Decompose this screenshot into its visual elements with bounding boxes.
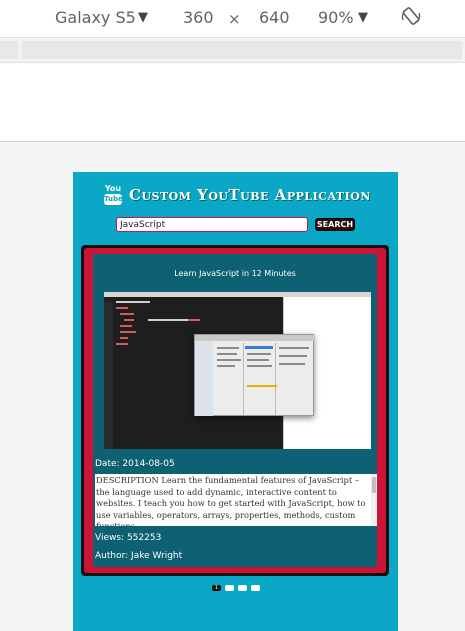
- app-title: Custom YouTube Application: [129, 186, 371, 204]
- rotate-icon[interactable]: [400, 6, 422, 28]
- description-scrollbar[interactable]: [371, 474, 377, 526]
- video-description[interactable]: DESCRIPTION Learn the fundamental featur…: [95, 474, 377, 526]
- page-dot-3[interactable]: [238, 585, 247, 591]
- video-views: Views: 552253: [95, 533, 162, 543]
- description-text: DESCRIPTION Learn the fundamental featur…: [96, 475, 366, 526]
- device-select[interactable]: Galaxy S5: [55, 8, 136, 27]
- device-dropdown-arrow-icon[interactable]: ▼: [138, 10, 148, 25]
- app-header: You Tube Custom YouTube Application: [73, 182, 398, 208]
- search-button[interactable]: SEARCH: [315, 218, 355, 231]
- video-card-border: Learn JavaScript in 12 Minutes Date: 201…: [84, 248, 386, 573]
- zoom-select[interactable]: 90%: [318, 8, 354, 27]
- viewport-width-field[interactable]: 360: [183, 8, 214, 27]
- page-dot-2[interactable]: [225, 585, 234, 591]
- finder-window-image: [194, 334, 315, 416]
- video-date: Date: 2014-08-05: [95, 459, 175, 469]
- video-card: Learn JavaScript in 12 Minutes Date: 201…: [93, 254, 377, 567]
- page-dot-1[interactable]: 1: [212, 585, 221, 591]
- search-bar: SEARCH: [73, 217, 398, 233]
- search-input[interactable]: [116, 217, 308, 232]
- youtube-logo-icon: You Tube: [104, 184, 123, 205]
- video-title[interactable]: Learn JavaScript in 12 Minutes: [93, 269, 377, 278]
- dimension-separator: ×: [228, 10, 241, 28]
- video-author: Author: Jake Wright: [95, 551, 183, 561]
- zoom-dropdown-arrow-icon[interactable]: ▼: [358, 10, 368, 25]
- page-dot-4[interactable]: [251, 585, 260, 591]
- media-query-ruler[interactable]: [0, 37, 465, 63]
- viewport-height-field[interactable]: 640: [259, 8, 290, 27]
- pagination: 1: [212, 585, 262, 592]
- video-card-frame: Learn JavaScript in 12 Minutes Date: 201…: [81, 245, 389, 576]
- device-viewport: You Tube Custom YouTube Application SEAR…: [73, 172, 398, 631]
- devtools-toolbar: Galaxy S5 ▼ 360 × 640 90% ▼: [0, 0, 465, 36]
- video-thumbnail[interactable]: [104, 292, 371, 449]
